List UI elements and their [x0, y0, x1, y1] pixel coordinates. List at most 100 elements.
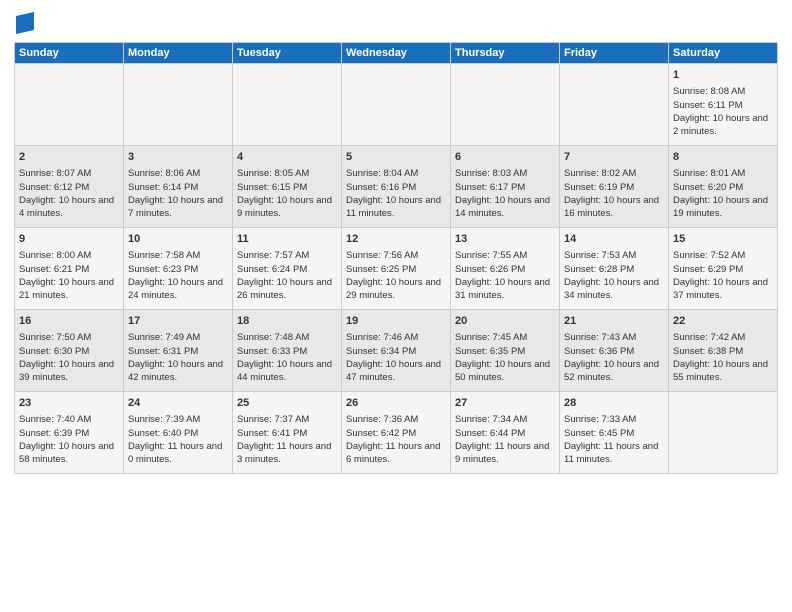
- day-info: Daylight: 11 hours and 6 minutes.: [346, 440, 446, 467]
- header-monday: Monday: [124, 43, 233, 64]
- day-info: Sunrise: 7:58 AM: [128, 249, 228, 262]
- day-info: Sunrise: 7:45 AM: [455, 331, 555, 344]
- day-info: Daylight: 10 hours and 52 minutes.: [564, 358, 664, 385]
- calendar-cell: 24Sunrise: 7:39 AMSunset: 6:40 PMDayligh…: [124, 392, 233, 474]
- header-friday: Friday: [560, 43, 669, 64]
- day-number: 20: [455, 314, 555, 329]
- calendar-cell: 3Sunrise: 8:06 AMSunset: 6:14 PMDaylight…: [124, 146, 233, 228]
- day-info: Daylight: 10 hours and 34 minutes.: [564, 276, 664, 303]
- day-info: Sunrise: 7:48 AM: [237, 331, 337, 344]
- day-info: Sunrise: 8:07 AM: [19, 167, 119, 180]
- day-info: Sunset: 6:25 PM: [346, 263, 446, 276]
- calendar-cell: 17Sunrise: 7:49 AMSunset: 6:31 PMDayligh…: [124, 310, 233, 392]
- day-number: 8: [673, 150, 773, 165]
- day-info: Daylight: 10 hours and 11 minutes.: [346, 194, 446, 221]
- calendar-cell: 16Sunrise: 7:50 AMSunset: 6:30 PMDayligh…: [15, 310, 124, 392]
- day-info: Sunset: 6:40 PM: [128, 427, 228, 440]
- day-info: Sunset: 6:33 PM: [237, 345, 337, 358]
- header: [14, 12, 778, 34]
- calendar-cell: 19Sunrise: 7:46 AMSunset: 6:34 PMDayligh…: [342, 310, 451, 392]
- day-info: Daylight: 10 hours and 39 minutes.: [19, 358, 119, 385]
- day-info: Sunset: 6:16 PM: [346, 181, 446, 194]
- calendar-cell: [560, 64, 669, 146]
- day-info: Sunrise: 7:36 AM: [346, 413, 446, 426]
- day-number: 7: [564, 150, 664, 165]
- calendar-week-row: 23Sunrise: 7:40 AMSunset: 6:39 PMDayligh…: [15, 392, 778, 474]
- calendar-week-row: 9Sunrise: 8:00 AMSunset: 6:21 PMDaylight…: [15, 228, 778, 310]
- calendar-cell: 18Sunrise: 7:48 AMSunset: 6:33 PMDayligh…: [233, 310, 342, 392]
- day-info: Daylight: 10 hours and 4 minutes.: [19, 194, 119, 221]
- day-info: Sunset: 6:19 PM: [564, 181, 664, 194]
- day-info: Sunset: 6:26 PM: [455, 263, 555, 276]
- calendar-cell: 8Sunrise: 8:01 AMSunset: 6:20 PMDaylight…: [669, 146, 778, 228]
- calendar-week-row: 2Sunrise: 8:07 AMSunset: 6:12 PMDaylight…: [15, 146, 778, 228]
- day-info: Sunrise: 7:34 AM: [455, 413, 555, 426]
- day-info: Sunset: 6:36 PM: [564, 345, 664, 358]
- day-info: Sunrise: 7:52 AM: [673, 249, 773, 262]
- day-info: Daylight: 10 hours and 29 minutes.: [346, 276, 446, 303]
- day-info: Sunset: 6:31 PM: [128, 345, 228, 358]
- calendar-cell: [342, 64, 451, 146]
- day-info: Sunrise: 8:06 AM: [128, 167, 228, 180]
- calendar-cell: [451, 64, 560, 146]
- day-info: Sunset: 6:23 PM: [128, 263, 228, 276]
- calendar-cell: 22Sunrise: 7:42 AMSunset: 6:38 PMDayligh…: [669, 310, 778, 392]
- day-info: Sunset: 6:21 PM: [19, 263, 119, 276]
- day-info: Sunrise: 7:50 AM: [19, 331, 119, 344]
- calendar-cell: [669, 392, 778, 474]
- day-info: Sunset: 6:38 PM: [673, 345, 773, 358]
- day-info: Sunrise: 7:49 AM: [128, 331, 228, 344]
- day-number: 13: [455, 232, 555, 247]
- day-info: Sunrise: 7:33 AM: [564, 413, 664, 426]
- day-info: Sunset: 6:11 PM: [673, 99, 773, 112]
- header-saturday: Saturday: [669, 43, 778, 64]
- day-info: Daylight: 11 hours and 11 minutes.: [564, 440, 664, 467]
- day-number: 19: [346, 314, 446, 329]
- calendar-cell: 14Sunrise: 7:53 AMSunset: 6:28 PMDayligh…: [560, 228, 669, 310]
- calendar-cell: 21Sunrise: 7:43 AMSunset: 6:36 PMDayligh…: [560, 310, 669, 392]
- day-info: Daylight: 10 hours and 19 minutes.: [673, 194, 773, 221]
- day-info: Sunset: 6:34 PM: [346, 345, 446, 358]
- logo: [14, 12, 34, 34]
- day-info: Daylight: 11 hours and 3 minutes.: [237, 440, 337, 467]
- calendar-cell: 20Sunrise: 7:45 AMSunset: 6:35 PMDayligh…: [451, 310, 560, 392]
- calendar-cell: 27Sunrise: 7:34 AMSunset: 6:44 PMDayligh…: [451, 392, 560, 474]
- day-info: Sunset: 6:42 PM: [346, 427, 446, 440]
- day-number: 12: [346, 232, 446, 247]
- day-info: Sunrise: 7:55 AM: [455, 249, 555, 262]
- day-info: Sunset: 6:45 PM: [564, 427, 664, 440]
- header-sunday: Sunday: [15, 43, 124, 64]
- day-info: Daylight: 10 hours and 14 minutes.: [455, 194, 555, 221]
- day-info: Sunset: 6:35 PM: [455, 345, 555, 358]
- day-number: 4: [237, 150, 337, 165]
- day-info: Sunrise: 7:42 AM: [673, 331, 773, 344]
- day-number: 10: [128, 232, 228, 247]
- day-info: Sunrise: 8:02 AM: [564, 167, 664, 180]
- day-number: 21: [564, 314, 664, 329]
- calendar-cell: [15, 64, 124, 146]
- calendar-cell: 10Sunrise: 7:58 AMSunset: 6:23 PMDayligh…: [124, 228, 233, 310]
- day-number: 22: [673, 314, 773, 329]
- day-info: Daylight: 10 hours and 58 minutes.: [19, 440, 119, 467]
- day-info: Sunrise: 8:05 AM: [237, 167, 337, 180]
- day-info: Daylight: 10 hours and 44 minutes.: [237, 358, 337, 385]
- calendar-cell: 9Sunrise: 8:00 AMSunset: 6:21 PMDaylight…: [15, 228, 124, 310]
- day-info: Sunrise: 7:39 AM: [128, 413, 228, 426]
- day-number: 5: [346, 150, 446, 165]
- day-number: 26: [346, 396, 446, 411]
- day-info: Sunrise: 8:03 AM: [455, 167, 555, 180]
- day-number: 3: [128, 150, 228, 165]
- calendar-week-row: 16Sunrise: 7:50 AMSunset: 6:30 PMDayligh…: [15, 310, 778, 392]
- day-info: Sunset: 6:14 PM: [128, 181, 228, 194]
- day-info: Daylight: 11 hours and 0 minutes.: [128, 440, 228, 467]
- calendar-cell: 26 Sunrise: 7:36 AMSunset: 6:42 PMDayligh…: [342, 392, 451, 474]
- calendar-cell: 11Sunrise: 7:57 AMSunset: 6:24 PMDayligh…: [233, 228, 342, 310]
- day-info: Sunset: 6:17 PM: [455, 181, 555, 194]
- calendar-cell: 12Sunrise: 7:56 AMSunset: 6:25 PMDayligh…: [342, 228, 451, 310]
- day-info: Daylight: 10 hours and 31 minutes.: [455, 276, 555, 303]
- day-number: 2: [19, 150, 119, 165]
- header-tuesday: Tuesday: [233, 43, 342, 64]
- day-info: Sunset: 6:44 PM: [455, 427, 555, 440]
- day-info: Sunrise: 7:40 AM: [19, 413, 119, 426]
- day-number: 1: [673, 68, 773, 83]
